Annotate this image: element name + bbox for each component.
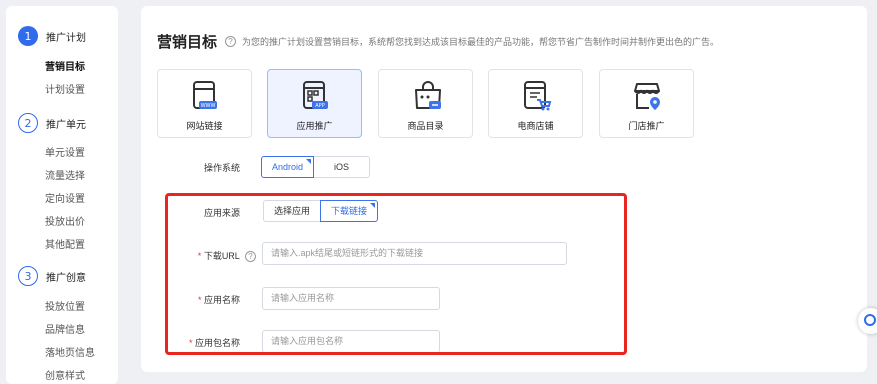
main-panel: 营销目标 ? 为您的推广计划设置营销目标，系统帮您找到达成该目标最佳的产品功能，… [141,6,867,372]
required-mark: * [197,251,202,261]
goal-label: 电商店铺 [517,121,554,131]
goal-card-website[interactable]: WWW 网站链接 [157,69,252,138]
os-option-android[interactable]: Android [261,156,315,178]
goal-card-app[interactable]: APP 应用推广 [267,69,362,138]
step-2[interactable]: 2 推广单元 [18,113,86,133]
source-option-download-link[interactable]: 下载链接 [320,200,379,222]
required-mark: * [197,295,202,305]
step-item-unit-settings[interactable]: 单元设置 [45,144,85,159]
step-item-targeting[interactable]: 定向设置 [45,190,85,205]
app-name-input[interactable]: 请输入应用名称 [262,287,440,310]
step-number: 1 [18,26,38,46]
step-item-traffic[interactable]: 流量选择 [45,167,85,182]
section-heading: 营销目标 ? 为您的推广计划设置营销目标，系统帮您找到达成该目标最佳的产品功能，… [157,31,719,52]
os-option-ios[interactable]: iOS [313,156,371,178]
step-label: 推广单元 [46,119,86,131]
website-icon: WWW [193,81,217,109]
required-mark: * [188,338,193,348]
svg-text:APP: APP [315,103,324,109]
source-selector: 选择应用 下载链接 [263,200,379,222]
goal-label: 应用推广 [296,121,333,131]
step-label: 推广计划 [46,32,86,44]
step-item-brand[interactable]: 品牌信息 [45,321,85,336]
goal-label: 门店推广 [628,121,665,131]
os-label: 操作系统 [203,163,240,173]
step-3[interactable]: 3 推广创意 [18,266,86,286]
source-option-select-app[interactable]: 选择应用 [263,200,322,222]
help-icon[interactable]: ? [245,251,256,262]
step-item-other[interactable]: 其他配置 [45,236,85,251]
step-item-creative-style[interactable]: 创意样式 [45,367,85,382]
step-item-placement[interactable]: 投放位置 [45,298,85,313]
step-1[interactable]: 1 推广计划 [18,26,86,46]
package-name-label: * 应用包名称 [150,336,240,349]
step-item-bidding[interactable]: 投放出价 [45,213,85,228]
app-name-label: * 应用名称 [150,293,240,306]
step-label: 推广创意 [46,272,86,284]
package-name-input[interactable]: 请输入应用包名称 [262,330,440,353]
page-description: 为您的推广计划设置营销目标，系统帮您找到达成该目标最佳的产品功能，帮您节省广告制… [242,37,720,47]
step-item-landing-page[interactable]: 落地页信息 [45,344,95,359]
goal-label: 商品目录 [407,121,444,131]
app-icon: APP [303,81,328,109]
goal-label: 网站链接 [186,121,223,131]
app-name-label-text: 应用名称 [203,295,240,305]
ecommerce-store-icon [524,81,552,111]
floating-help-button[interactable] [858,308,877,334]
os-selector: Android iOS [261,156,371,178]
step-number: 3 [18,266,38,286]
step-item-plan-settings[interactable]: 计划设置 [45,81,85,96]
download-url-input[interactable]: 请输入.apk结尾或短链形式的下载链接 [262,242,567,265]
page-title: 营销目标 [157,34,218,51]
step-item-marketing-goal[interactable]: 营销目标 [45,58,85,73]
package-name-label-text: 应用包名称 [194,338,240,348]
product-catalog-icon [415,81,441,109]
source-label: 应用来源 [203,208,240,218]
goal-card-product-catalog[interactable]: 商品目录 [378,69,473,138]
help-icon[interactable]: ? [225,36,237,47]
download-url-label: * 下载URL ? [150,249,256,262]
goal-card-ecommerce[interactable]: 电商店铺 [488,69,583,138]
download-url-label-text: 下载URL [203,251,240,261]
step-sidebar: 1 推广计划 营销目标 计划设置 2 推广单元 单元设置 流量选择 定向设置 投… [6,6,118,384]
svg-text:WWW: WWW [201,103,216,109]
store-location-icon [634,83,660,110]
goal-card-store[interactable]: 门店推广 [599,69,694,138]
step-number: 2 [18,113,38,133]
